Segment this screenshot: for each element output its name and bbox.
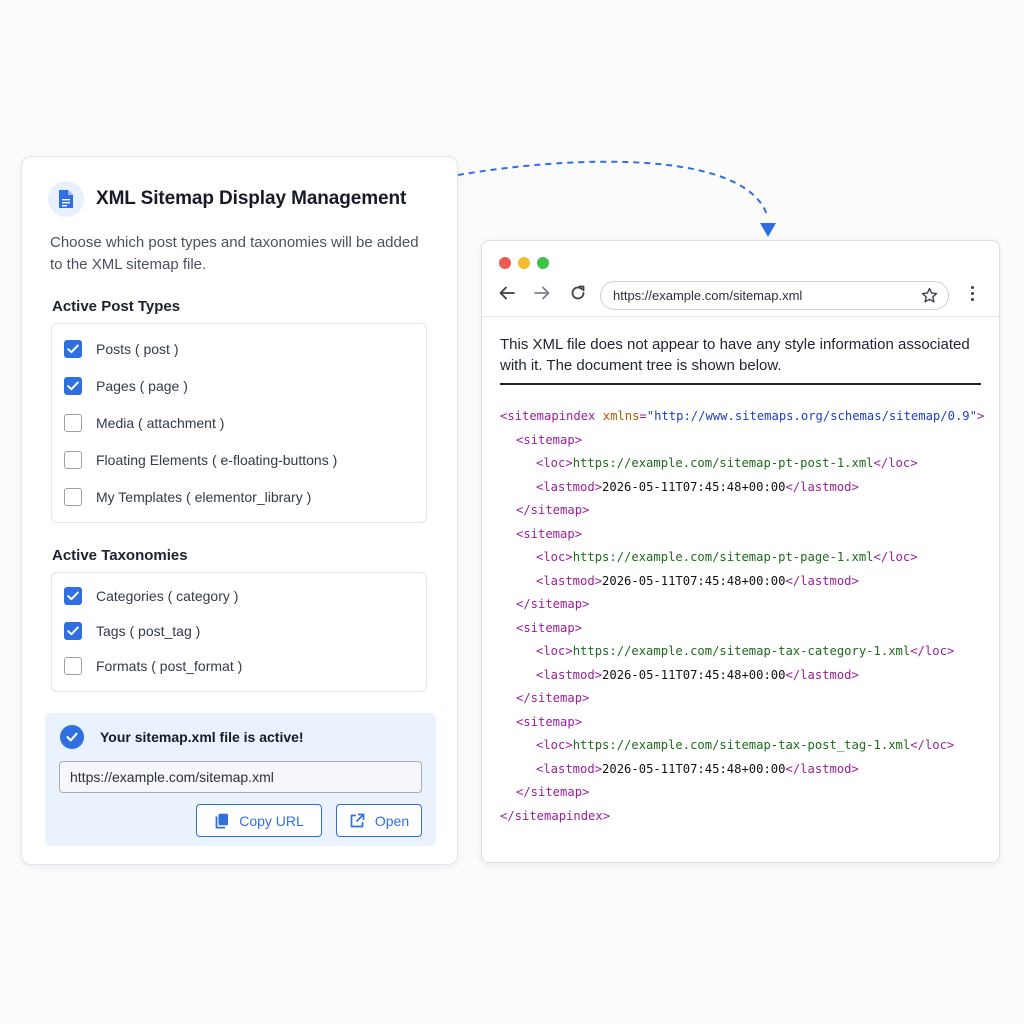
arrow-left-icon[interactable]: [499, 286, 515, 300]
xml-loc-line: <loc>https://example.com/sitemap-pt-post…: [536, 456, 918, 470]
address-bar[interactable]: https://example.com/sitemap.xml: [600, 281, 949, 310]
xml-lastmod-line: <lastmod>2026-05-11T07:45:48+00:00</last…: [536, 667, 859, 682]
checkbox-unchecked[interactable]: [64, 488, 82, 506]
checkbox-label: Pages: [96, 378, 136, 394]
status-card: Your sitemap.xml file is active! https:/…: [45, 713, 436, 846]
xml-sitemap-close: </sitemap>: [516, 503, 590, 517]
xml-sitemap-open: <sitemap>: [516, 526, 583, 541]
checkbox-row-post[interactable]: Posts ( post ): [64, 340, 179, 358]
checkbox-label: My Templates: [96, 489, 183, 505]
checkbox-slug: e-floating-buttons: [220, 452, 329, 468]
copy-icon: [214, 813, 229, 829]
sitemap-url-field[interactable]: https://example.com/sitemap.xml: [59, 761, 422, 793]
xml-lastmod-line: <lastmod>2026-05-11T07:45:48+00:00</last…: [536, 761, 859, 776]
checkbox-checked[interactable]: [64, 622, 82, 640]
external-link-icon: [349, 813, 365, 829]
star-icon[interactable]: [921, 287, 938, 304]
checkbox-slug: elementor_library: [194, 489, 303, 505]
xml-style-notice: This XML file does not appear to have an…: [500, 336, 970, 374]
xml-lastmod-line: <lastmod>2026-05-11T07:45:48+00:00</last…: [536, 573, 859, 588]
checkbox-row-page[interactable]: Pages ( page ): [64, 377, 188, 395]
taxonomies-list: Categories ( category ) Tags ( post_tag )…: [51, 572, 427, 692]
checkbox-label: Formats: [96, 658, 148, 674]
xml-sitemap-close: </sitemap>: [516, 597, 590, 611]
sitemap-settings-panel: XML Sitemap Display Management Choose wh…: [21, 156, 458, 865]
xml-root-open: <sitemapindex xmlns="http://www.sitemaps…: [500, 409, 985, 423]
checkbox-slug: post_format: [159, 658, 234, 674]
checkbox-row-post_format[interactable]: Formats ( post_format ): [64, 657, 242, 675]
checkbox-label: Posts: [96, 341, 132, 357]
browser-window: https://example.com/sitemap.xml This XML…: [481, 240, 1000, 863]
taxonomies-heading: Active Taxonomies: [52, 547, 188, 564]
post-types-list: Posts ( post ) Pages ( page ) Media ( atta…: [51, 323, 427, 523]
xml-sitemap-open: <sitemap>: [516, 432, 583, 447]
xml-sitemap-close: </sitemap>: [516, 691, 590, 705]
xml-loc-line: <loc>https://example.com/sitemap-pt-page…: [536, 550, 918, 564]
xml-lastmod-line: <lastmod>2026-05-11T07:45:48+00:00</last…: [536, 479, 859, 494]
checkbox-row-elementor_library[interactable]: My Templates ( elementor_library ): [64, 488, 311, 506]
checkbox-slug: page: [148, 378, 180, 394]
checkbox-label: Tags: [96, 623, 126, 639]
xml-sitemap-open: <sitemap>: [516, 714, 583, 729]
copy-url-button[interactable]: Copy URL: [196, 804, 322, 837]
notice-divider: [500, 383, 981, 385]
checkbox-unchecked[interactable]: [64, 657, 82, 675]
checkbox-checked[interactable]: [64, 340, 82, 358]
checkbox-slug: post_tag: [138, 623, 192, 639]
post-types-heading: Active Post Types: [52, 298, 181, 315]
document-icon: [48, 181, 84, 217]
browser-toolbar: https://example.com/sitemap.xml: [482, 241, 999, 317]
checkbox-slug: post: [143, 341, 170, 357]
checkbox-slug: category: [176, 588, 230, 604]
panel-title: XML Sitemap Display Management: [96, 188, 407, 209]
reload-icon[interactable]: [570, 285, 586, 301]
checkbox-row-e-floating-buttons[interactable]: Floating Elements ( e-floating-buttons ): [64, 451, 337, 469]
check-circle-icon: [60, 725, 84, 749]
open-label: Open: [374, 812, 410, 829]
address-text: https://example.com/sitemap.xml: [613, 288, 803, 303]
checkbox-label: Floating Elements: [96, 452, 209, 468]
checkbox-row-attachment[interactable]: Media ( attachment ): [64, 414, 224, 432]
checkbox-label: Categories: [96, 588, 164, 604]
checkbox-slug: attachment: [146, 415, 216, 431]
close-window-dot[interactable]: [499, 257, 511, 269]
checkbox-checked[interactable]: [64, 587, 82, 605]
connector-arrow: [457, 160, 776, 237]
xml-loc-line: <loc>https://example.com/sitemap-tax-cat…: [536, 644, 955, 658]
checkbox-label: Media: [96, 415, 135, 431]
arrow-right-icon[interactable]: [534, 286, 550, 300]
copy-url-label: Copy URL: [239, 812, 304, 829]
checkbox-unchecked[interactable]: [64, 414, 82, 432]
checkbox-row-post_tag[interactable]: Tags ( post_tag ): [64, 622, 200, 640]
checkbox-row-category[interactable]: Categories ( category ): [64, 587, 238, 605]
xml-document-tree: <sitemapindex xmlns="http://www.sitemaps…: [500, 405, 984, 828]
status-message: Your sitemap.xml file is active!: [100, 729, 304, 745]
kebab-menu-icon[interactable]: [971, 286, 974, 301]
xml-sitemap-open: <sitemap>: [516, 620, 583, 635]
open-button[interactable]: Open: [336, 804, 422, 837]
xml-sitemap-close: </sitemap>: [516, 785, 590, 799]
xml-root-close: </sitemapindex>: [500, 808, 611, 823]
checkbox-checked[interactable]: [64, 377, 82, 395]
panel-header: XML Sitemap Display Management: [48, 181, 406, 217]
minimize-window-dot[interactable]: [518, 257, 530, 269]
xml-loc-line: <loc>https://example.com/sitemap-tax-pos…: [536, 738, 955, 752]
panel-description: Choose which post types and taxonomies w…: [50, 234, 419, 273]
maximize-window-dot[interactable]: [537, 257, 549, 269]
checkbox-unchecked[interactable]: [64, 451, 82, 469]
